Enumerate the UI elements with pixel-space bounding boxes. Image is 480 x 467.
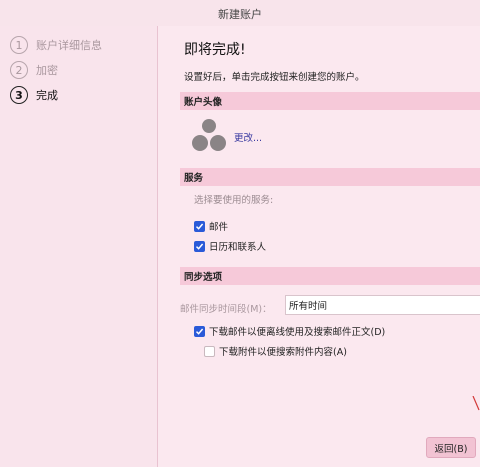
page-title: 即将完成! [184, 42, 246, 58]
sync-section-header: 同步选项 [180, 267, 480, 285]
step-label: 完成 [36, 89, 58, 102]
avatar-section-header: 账户头像 [180, 92, 480, 110]
step-label: 加密 [36, 64, 58, 77]
services-section-header: 服务 [180, 168, 480, 186]
page-description: 设置好后，单击完成按钮来创建您的账户。 [184, 72, 365, 83]
title-bar: 新建账户 [0, 0, 480, 26]
offline-row[interactable]: 下载邮件以便离线使用及搜索邮件正文(D) [194, 324, 385, 338]
step-account-details[interactable]: 1 账户详细信息 [10, 34, 102, 56]
attachments-checkbox[interactable] [204, 345, 215, 357]
avatar-icon[interactable] [191, 118, 227, 154]
attachments-label: 下载附件以便搜索附件内容(A) [219, 347, 347, 358]
step-number: 1 [10, 36, 28, 54]
steps-sidebar: 1 账户详细信息 2 加密 3 完成 [0, 26, 158, 467]
calendar-label: 日历和联系人 [209, 242, 267, 253]
sync-period-select[interactable]: 所有时间 [285, 295, 480, 315]
step-finish[interactable]: 3 完成 [10, 84, 58, 106]
back-button[interactable]: 返回(B) [426, 437, 476, 458]
sync-period-label: 邮件同步时间段(M)： [180, 304, 272, 315]
check-icon [195, 223, 204, 230]
window-title: 新建账户 [218, 8, 262, 21]
attachments-row[interactable]: 下载附件以便搜索附件内容(A) [204, 344, 347, 358]
service-mail-row[interactable]: 邮件 [194, 219, 228, 233]
offline-checkbox[interactable] [194, 325, 205, 337]
calendar-checkbox[interactable] [194, 240, 205, 252]
check-icon [195, 243, 204, 250]
mail-checkbox[interactable] [194, 220, 205, 232]
cursor-icon [472, 396, 480, 411]
step-number: 2 [10, 61, 28, 79]
check-icon [195, 328, 204, 335]
mail-label: 邮件 [209, 222, 229, 233]
offline-label: 下载邮件以便离线使用及搜索邮件正文(D) [209, 327, 386, 338]
step-number: 3 [10, 86, 28, 104]
change-avatar-link[interactable]: 更改... [234, 130, 262, 144]
services-hint: 选择要使用的服务: [194, 195, 274, 206]
step-encryption[interactable]: 2 加密 [10, 59, 58, 81]
main-panel: 即将完成! 设置好后，单击完成按钮来创建您的账户。 账户头像 更改... 服务 … [158, 26, 480, 467]
step-label: 账户详细信息 [36, 39, 102, 52]
service-calendar-row[interactable]: 日历和联系人 [194, 239, 266, 253]
